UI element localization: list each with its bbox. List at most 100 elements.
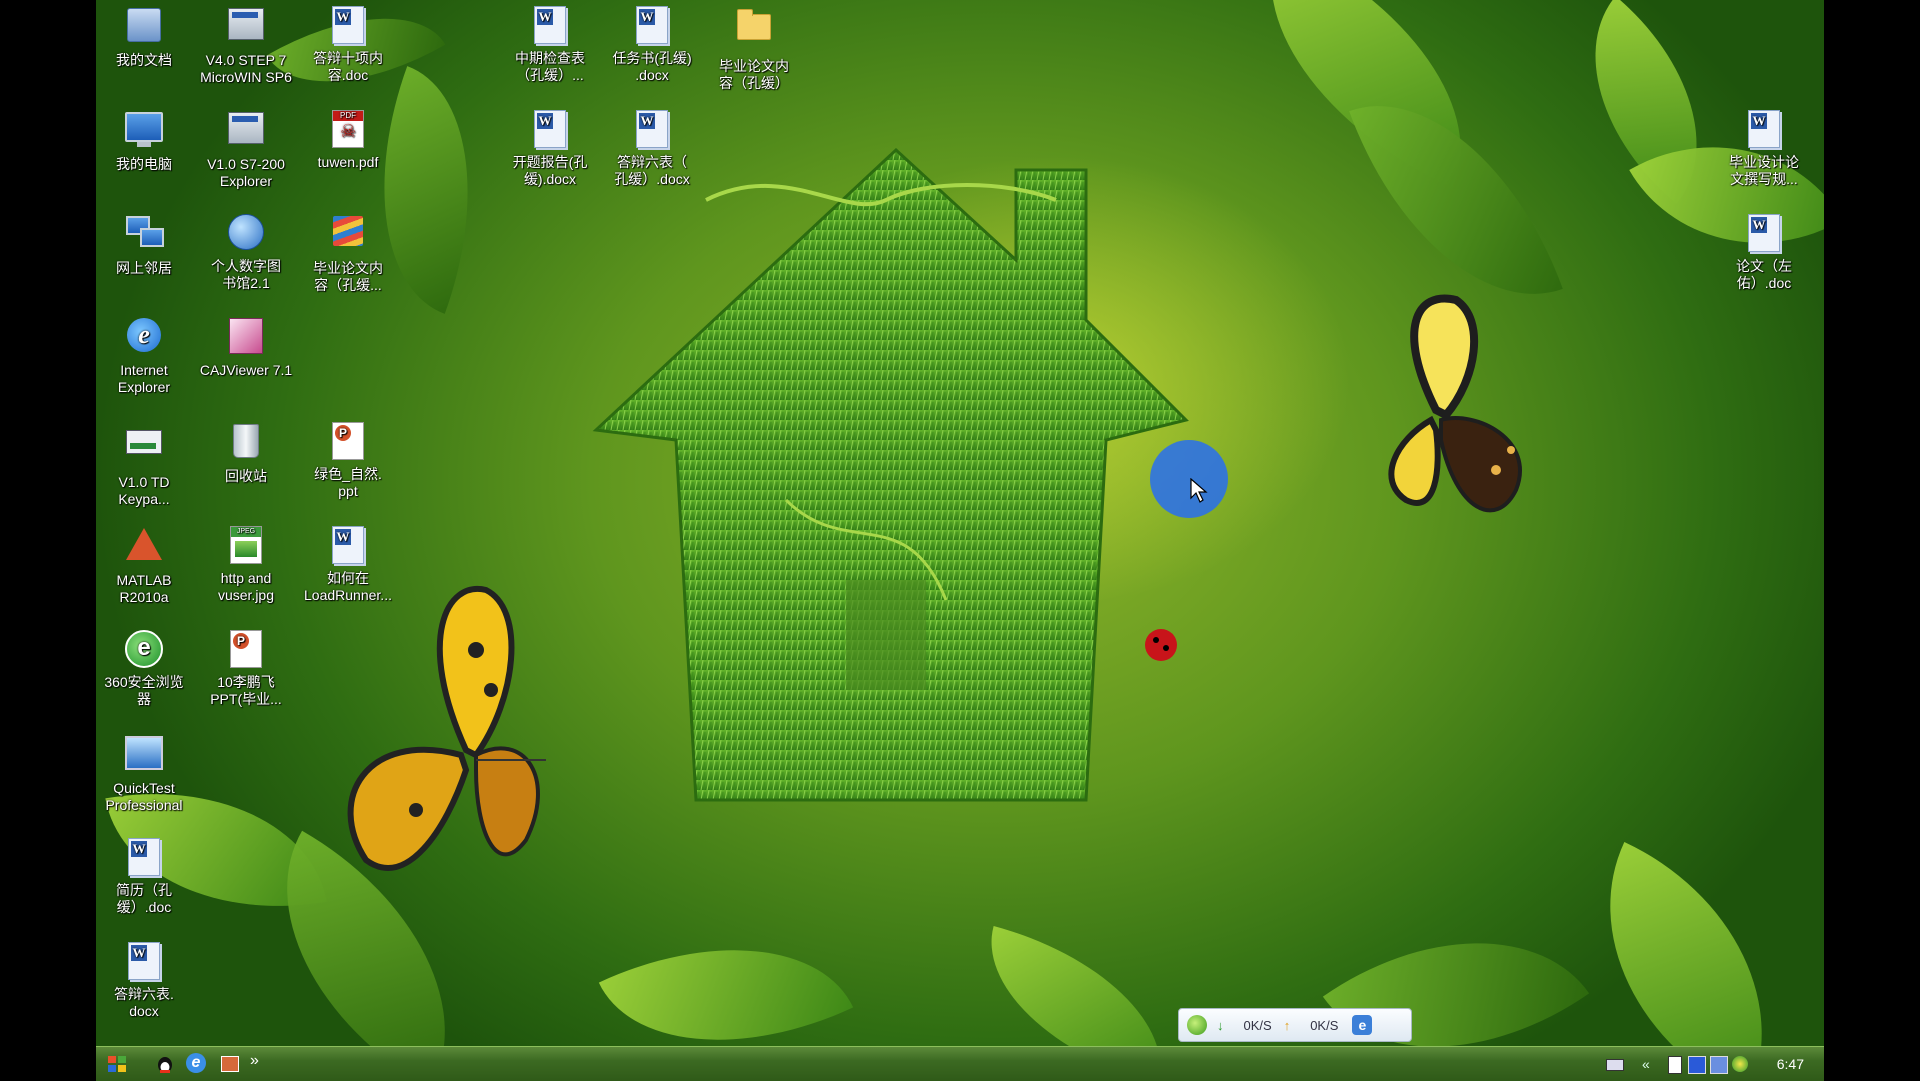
download-arrow-icon: ↓ xyxy=(1217,1017,1224,1033)
mouse-cursor-icon xyxy=(1190,478,1208,503)
desktop-icon-http-vuser-jpg[interactable]: http and vuser.jpg xyxy=(198,524,294,604)
keyboard-icon[interactable] xyxy=(1606,1059,1624,1071)
digital-library-icon xyxy=(228,214,264,250)
desktop-icon-recycle-bin[interactable]: 回收站 xyxy=(198,420,294,485)
display-icon[interactable] xyxy=(1710,1056,1728,1074)
internet-explorer-icon xyxy=(127,318,161,352)
desktop-icon-my-documents[interactable]: 我的文档 xyxy=(96,4,192,69)
desktop-icon-microwin[interactable]: V4.0 STEP 7 MicroWIN SP6 xyxy=(198,4,294,86)
word-doc-icon xyxy=(332,6,364,44)
desktop-icon-defense-six-tables-doc[interactable]: 答辩六表. docx xyxy=(96,940,192,1020)
microwin-app-icon xyxy=(228,8,264,40)
desktop-icon-defense-six-tables-kong-doc[interactable]: 答辩六表（ 孔缓）.docx xyxy=(604,108,700,188)
quick-launch-qq[interactable] xyxy=(154,1053,176,1075)
upload-arrow-icon: ↑ xyxy=(1283,1017,1291,1033)
desktop-icon-label: CAJViewer 7.1 xyxy=(199,362,293,378)
desktop-icon-matlab[interactable]: MATLAB R2010a xyxy=(96,524,192,606)
windows-logo-icon xyxy=(108,1056,126,1072)
quick-launch-ie[interactable]: e xyxy=(186,1053,208,1075)
network-status-icon[interactable] xyxy=(1688,1056,1706,1074)
pdf-icon xyxy=(332,110,364,148)
desktop-icon-lipengfei-ppt[interactable]: 10李鹏飞 PPT(毕业... xyxy=(198,628,294,708)
word-doc-icon xyxy=(534,110,566,148)
word-doc-icon xyxy=(128,838,160,876)
word-doc-icon xyxy=(1748,214,1780,252)
browser-e-icon[interactable]: e xyxy=(1352,1015,1373,1035)
desktop-icon-quicktest[interactable]: QuickTest Professional xyxy=(96,732,192,814)
desktop-icon-loadrunner-doc[interactable]: 如何在 LoadRunner... xyxy=(300,524,396,604)
butterfly-left xyxy=(347,585,546,871)
download-speed: 0K/S xyxy=(1243,1017,1272,1033)
360-browser-icon xyxy=(125,630,163,668)
my-computer-icon xyxy=(125,112,163,147)
word-doc-icon xyxy=(636,110,668,148)
quick-launch-more-button[interactable]: » xyxy=(250,1053,272,1075)
desktop-icon-resume-doc[interactable]: 简历（孔 缓）.doc xyxy=(96,836,192,916)
desktop-icon-s7-explorer[interactable]: V1.0 S7-200 Explorer xyxy=(198,108,294,190)
taskbar: e » « 6:47 xyxy=(96,1046,1824,1081)
desktop-icon-my-computer[interactable]: 我的电脑 xyxy=(96,108,192,173)
desktop-icon-paper-zuoyou-doc[interactable]: 论文（左 佑）.doc xyxy=(1716,212,1812,292)
desktop-icon-internet-explorer[interactable]: Internet Explorer xyxy=(96,316,192,396)
accelerator-ball-icon[interactable] xyxy=(1187,1015,1207,1035)
jpeg-image-icon xyxy=(230,526,262,564)
network-speed-widget[interactable]: ↓ 0K/S ↑ 0K/S e xyxy=(1178,1008,1412,1042)
quick-launch-show-desktop[interactable] xyxy=(218,1053,240,1075)
s7-explorer-icon xyxy=(228,112,264,144)
desktop-icon-label: 论文（左 佑）.doc xyxy=(1736,258,1792,291)
desktop-icon-label: 毕业设计论 文撰写规... xyxy=(1729,154,1799,187)
desktop-icon-label: 开题报告(孔 缓).docx xyxy=(512,154,588,187)
word-doc-icon xyxy=(332,526,364,564)
desktop-icon-label: V1.0 TD Keypa... xyxy=(118,474,170,507)
word-doc-icon xyxy=(636,6,668,44)
desktop-icon-green-nature-ppt[interactable]: 绿色_自然. ppt xyxy=(300,420,396,500)
desktop-icon-label: 中期检查表 （孔缓）... xyxy=(515,50,585,83)
desktop-icon-thesis-archive[interactable]: 毕业论文内 容（孔缓... xyxy=(300,212,396,294)
desktop-icon-label: 网上邻居 xyxy=(116,260,172,276)
desktop-icon-label: 10李鹏飞 PPT(毕业... xyxy=(210,674,282,707)
tray-app-icon[interactable] xyxy=(1668,1056,1682,1074)
quicktest-icon xyxy=(125,736,163,770)
td-keypad-icon xyxy=(126,430,162,454)
desktop-icon-cajviewer[interactable]: CAJViewer 7.1 xyxy=(198,316,294,379)
security-shield-icon[interactable] xyxy=(1732,1056,1748,1072)
start-button[interactable] xyxy=(106,1053,128,1075)
word-doc-icon xyxy=(128,942,160,980)
desktop-icon-label: 回收站 xyxy=(225,468,267,484)
desktop-icon-tuwen-pdf[interactable]: tuwen.pdf xyxy=(300,108,396,171)
desktop-icon-label: 答辩六表（ 孔缓）.docx xyxy=(614,154,690,187)
desktop-icon-td-keypad[interactable]: V1.0 TD Keypa... xyxy=(96,420,192,508)
desktop: 我的文档 V4.0 STEP 7 MicroWIN SP6 答辩十项内 容.do… xyxy=(96,0,1824,1080)
chevron-left-icon[interactable]: « xyxy=(1642,1056,1658,1072)
desktop-icon-digital-library[interactable]: 个人数字图 书馆2.1 xyxy=(198,212,294,292)
desktop-icon-label: MATLAB R2010a xyxy=(116,572,172,605)
cursor-highlight xyxy=(1150,440,1228,518)
matlab-icon xyxy=(126,528,162,560)
butterfly-right xyxy=(1388,294,1522,513)
internet-explorer-icon: e xyxy=(186,1053,206,1073)
desktop-icon-label: 毕业论文内 容（孔缓） xyxy=(719,58,789,91)
show-desktop-icon xyxy=(221,1056,239,1072)
desktop-icon-defense-ten-items-doc[interactable]: 答辩十项内 容.doc xyxy=(300,4,396,84)
my-documents-icon xyxy=(127,8,161,42)
desktop-icon-network-places[interactable]: 网上邻居 xyxy=(96,212,192,277)
desktop-icon-label: 简历（孔 缓）.doc xyxy=(116,882,172,915)
desktop-icon-label: 个人数字图 书馆2.1 xyxy=(211,258,281,291)
desktop-icon-thesis-folder[interactable]: 毕业论文内 容（孔缓） xyxy=(706,4,802,92)
desktop-icon-label: 答辩六表. docx xyxy=(114,986,174,1019)
recycle-bin-icon xyxy=(233,424,259,458)
desktop-icon-thesis-writing-guide-doc[interactable]: 毕业设计论 文撰写规... xyxy=(1716,108,1812,188)
folder-icon xyxy=(737,9,771,40)
desktop-icon-label: 毕业论文内 容（孔缓... xyxy=(313,260,383,293)
taskbar-clock[interactable]: 6:47 xyxy=(1777,1056,1804,1072)
desktop-icon-midterm-check-doc[interactable]: 中期检查表 （孔缓）... xyxy=(502,4,598,84)
desktop-icon-task-book-doc[interactable]: 任务书(孔缓) .docx xyxy=(604,4,700,84)
desktop-icon-proposal-doc[interactable]: 开题报告(孔 缓).docx xyxy=(502,108,598,188)
desktop-icon-label: 绿色_自然. ppt xyxy=(314,466,382,499)
network-places-icon xyxy=(126,216,164,247)
word-doc-icon xyxy=(1748,110,1780,148)
desktop-icon-label: 答辩十项内 容.doc xyxy=(313,50,383,83)
desktop-icon-360-browser[interactable]: 360安全浏览 器 xyxy=(96,628,192,708)
word-doc-icon xyxy=(534,6,566,44)
desktop-icon-label: QuickTest Professional xyxy=(105,780,183,813)
